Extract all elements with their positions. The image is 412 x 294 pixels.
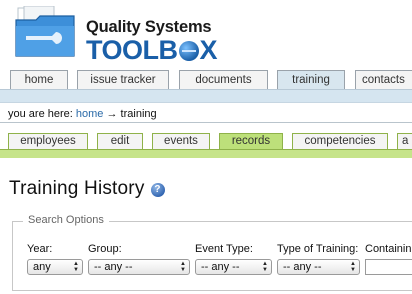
sub-tab-edit[interactable]: edit [97,133,143,149]
event-type-label: Event Type: [195,243,253,255]
search-options-legend: Search Options [23,214,109,226]
event-type-select[interactable]: -- any -- ▲ ▼ [195,259,272,275]
logo-toolbox-wordmark: TOOLB X [86,35,218,65]
breadcrumb-arrow-icon: → [106,108,118,120]
select-arrows-icon: ▲ ▼ [262,261,268,273]
training-type-label: Type of Training: [277,243,359,255]
page-title: Training History? [9,178,165,200]
sub-tab-overflow[interactable]: a [397,133,412,149]
breadcrumb: you are here: home → training [8,108,157,120]
training-type-select[interactable]: -- any -- ▲ ▼ [277,259,360,275]
main-tab-documents[interactable]: documents [179,70,268,89]
sub-nav: employees edit events records competenci… [0,133,412,149]
sub-tab-employees[interactable]: employees [8,133,88,149]
group-label: Group: [88,243,122,255]
toolbox-folder-icon [15,6,75,57]
main-tab-home[interactable]: home [10,70,68,89]
globe-icon [178,41,199,61]
select-arrows-icon: ▲ ▼ [180,261,186,273]
help-icon[interactable]: ? [150,183,165,197]
main-tab-issue-tracker[interactable]: issue tracker [77,70,169,89]
year-select[interactable]: any ▲ ▼ [27,259,83,275]
sub-tab-competencies[interactable]: competencies [292,133,388,149]
sub-tab-records[interactable]: records [219,133,283,149]
breadcrumb-home-link[interactable]: home [76,108,104,120]
main-tab-contacts[interactable]: contacts [355,70,412,89]
containing-label: Containin [365,243,412,255]
breadcrumb-prefix: you are here: [8,108,73,120]
main-nav-bar [0,89,412,103]
group-select[interactable]: -- any -- ▲ ▼ [88,259,190,275]
divider [0,122,412,123]
qst-logo: Quality Systems TOOLB X [14,6,218,65]
search-options-fieldset: Search Options Year: any ▲ ▼ Group: -- an… [12,214,412,291]
main-tab-training[interactable]: training [277,70,345,89]
year-label: Year: [27,243,53,255]
sub-tab-events[interactable]: events [152,133,210,149]
main-nav: home issue tracker documents training co… [0,70,412,89]
select-arrows-icon: ▲ ▼ [350,261,356,273]
sub-nav-bar [0,149,412,158]
select-arrows-icon: ▲ ▼ [73,261,79,273]
breadcrumb-current: training [120,108,157,120]
containing-input[interactable] [365,259,412,275]
